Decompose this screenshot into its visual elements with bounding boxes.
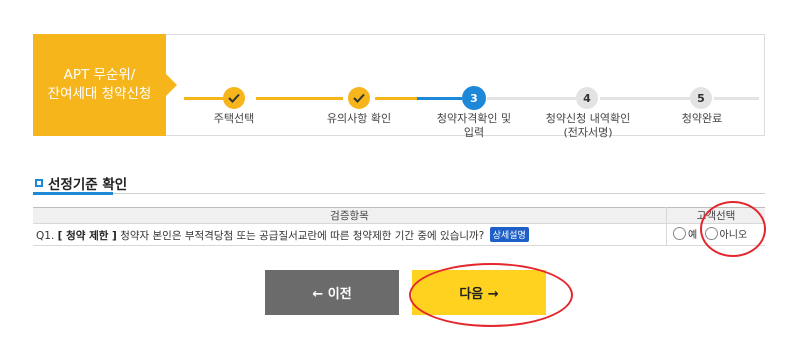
step-2-check-icon (348, 87, 370, 109)
page-title-line2: 잔여세대 청약신청 (47, 86, 152, 102)
radio-yes-circle[interactable] (673, 227, 686, 240)
question-tag: [ 청약 제한 ] (57, 229, 117, 242)
next-button[interactable]: 다음 → (412, 270, 546, 315)
step-2-label: 유의사항 확인 (326, 112, 392, 125)
progress-line (600, 97, 690, 100)
progress-line (487, 97, 576, 100)
prev-button[interactable]: ← 이전 (265, 270, 399, 315)
page-title-line1: APT 무순위/ (63, 67, 136, 83)
step-5-label: 청약완료 (681, 112, 723, 125)
question-prefix: Q1. (36, 229, 55, 242)
column-header-item: 검증항목 (33, 207, 667, 224)
choice-cell: 예 아니오 (666, 223, 765, 246)
criteria-table: 검증항목 고객선택 Q1. [ 청약 제한 ] 청약자 본인은 부적격당첨 또는… (33, 207, 765, 246)
step-4-label: 청약신청 내역확인 (전자서명) (545, 112, 631, 139)
progress-line (184, 97, 224, 100)
step-3-label: 청약자격확인 및 입력 (436, 112, 512, 139)
section-title: 선정기준 확인 (35, 173, 127, 193)
progress-line (375, 97, 417, 100)
table-row: Q1. [ 청약 제한 ] 청약자 본인은 부적격당첨 또는 공급질서교란에 따… (33, 223, 765, 246)
step-4-indicator: 4 (576, 87, 598, 109)
page-title: APT 무순위/ 잔여세대 청약신청 (33, 34, 177, 136)
progress-line (417, 97, 462, 100)
progress-line (256, 97, 343, 100)
step-3-indicator: 3 (462, 86, 486, 110)
radio-yes[interactable]: 예 (673, 226, 697, 241)
step-5-indicator: 5 (690, 87, 712, 109)
column-header-choice: 고객선택 (666, 207, 765, 224)
radio-no[interactable]: 아니오 (704, 226, 747, 241)
step-progress-box: APT 무순위/ 잔여세대 청약신청 3 4 5 주택선택 유의사항 확인 청약… (33, 34, 765, 139)
section-divider (33, 193, 765, 194)
progress-line (714, 97, 759, 100)
question-text: 청약자 본인은 부적격당첨 또는 공급질서교란에 따른 청약제한 기간 중에 있… (120, 229, 485, 242)
detail-button[interactable]: 상세설명 (489, 226, 529, 242)
radio-no-circle[interactable] (704, 227, 718, 240)
question-cell: Q1. [ 청약 제한 ] 청약자 본인은 부적격당첨 또는 공급질서교란에 따… (33, 223, 667, 246)
step-1-label: 주택선택 (213, 112, 255, 125)
table-header-row: 검증항목 고객선택 (33, 207, 765, 224)
square-bullet-icon (35, 179, 43, 187)
section-divider-accent (33, 192, 113, 195)
step-1-check-icon (223, 87, 245, 109)
